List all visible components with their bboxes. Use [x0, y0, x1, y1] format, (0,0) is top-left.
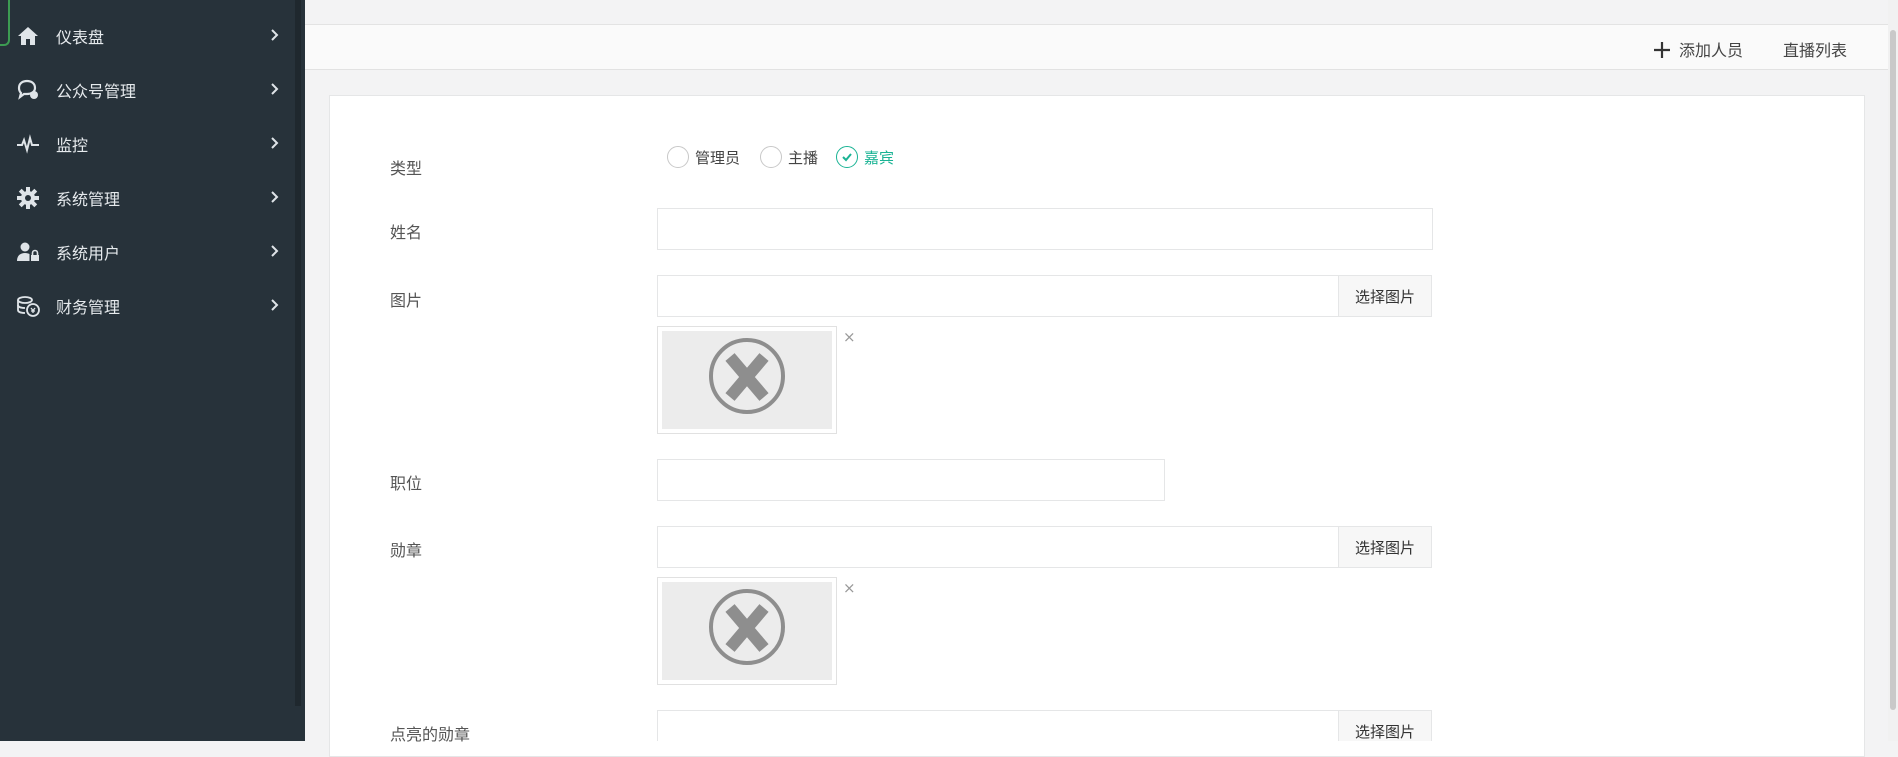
sidebar-item-label: 财务管理 [56, 298, 121, 317]
medal-label: 勋章 [390, 541, 423, 560]
chevron-right-icon [268, 133, 282, 153]
sidebar-item-label: 公众号管理 [56, 82, 137, 101]
money-icon [16, 294, 40, 318]
radio-circle-checked[interactable] [836, 146, 858, 168]
sidebar-item-official-account[interactable]: 公众号管理 [0, 63, 295, 117]
content-toolbar: 添加人员 直播列表 [305, 25, 1898, 70]
sidebar-item-dashboard[interactable]: 仪表盘 [0, 9, 295, 63]
radio-circle[interactable] [760, 146, 782, 168]
select-lit-medal-button[interactable]: 选择图片 [1338, 710, 1432, 741]
sidebar-item-finance[interactable]: 财务管理 [0, 279, 295, 333]
lit-medal-label: 点亮的勋章 [390, 725, 471, 744]
page-scrollbar[interactable] [1888, 0, 1898, 741]
chevron-right-icon [268, 187, 282, 207]
image-placeholder [662, 331, 832, 429]
gear-icon [16, 186, 40, 210]
chat-icon [16, 78, 40, 102]
position-input[interactable] [657, 459, 1165, 501]
broken-image-icon [709, 338, 785, 414]
radio-guest[interactable]: 嘉宾 [836, 146, 894, 168]
radio-anchor-label: 主播 [788, 148, 819, 167]
position-label: 职位 [390, 474, 423, 493]
name-label: 姓名 [390, 223, 423, 242]
sidebar-item-label: 系统用户 [56, 244, 121, 263]
image-preview [657, 326, 837, 434]
radio-admin-label: 管理员 [695, 148, 741, 167]
chevron-right-icon [268, 79, 282, 99]
sidebar-item-system-users[interactable]: 系统用户 [0, 225, 295, 279]
sidebar: 仪表盘 公众号管理 监控 系统管理 系统用户 财务管理 [0, 0, 305, 741]
sidebar-item-label: 系统管理 [56, 190, 121, 209]
chevron-right-icon [268, 295, 282, 315]
radio-circle[interactable] [667, 146, 689, 168]
sidebar-item-label: 监控 [56, 136, 89, 155]
image-path-input[interactable] [657, 275, 1339, 317]
sidebar-item-system-admin[interactable]: 系统管理 [0, 171, 295, 225]
sidebar-item-monitor[interactable]: 监控 [0, 117, 295, 171]
user-lock-icon [16, 240, 40, 264]
chevron-right-icon [268, 25, 282, 45]
sidebar-scrollbar[interactable] [295, 0, 301, 706]
radio-guest-label: 嘉宾 [864, 148, 895, 167]
medal-path-input[interactable] [657, 526, 1339, 568]
medal-preview [657, 577, 837, 685]
radio-admin[interactable]: 管理员 [667, 146, 740, 168]
select-medal-button[interactable]: 选择图片 [1338, 526, 1432, 568]
check-icon [842, 153, 852, 162]
add-person-label: 添加人员 [1679, 41, 1744, 60]
remove-medal-icon[interactable]: × [843, 579, 856, 597]
radio-anchor[interactable]: 主播 [760, 146, 818, 168]
home-icon [16, 24, 40, 48]
name-input[interactable] [657, 208, 1433, 250]
live-list-link[interactable]: 直播列表 [1783, 37, 1847, 61]
add-person-button[interactable]: 添加人员 [1653, 37, 1743, 63]
plus-icon [1653, 41, 1671, 63]
lit-medal-path-input[interactable] [657, 710, 1339, 741]
form-card [329, 95, 1865, 757]
chevron-right-icon [268, 241, 282, 261]
type-label: 类型 [390, 159, 423, 178]
remove-image-icon[interactable]: × [843, 328, 856, 346]
pulse-icon [16, 132, 40, 156]
page-scrollbar-thumb[interactable] [1890, 30, 1896, 710]
image-label: 图片 [390, 291, 423, 310]
medal-placeholder [662, 582, 832, 680]
top-navbar [305, 0, 1898, 25]
select-image-button[interactable]: 选择图片 [1338, 275, 1432, 317]
broken-image-icon [709, 589, 785, 665]
sidebar-item-label: 仪表盘 [56, 28, 105, 47]
